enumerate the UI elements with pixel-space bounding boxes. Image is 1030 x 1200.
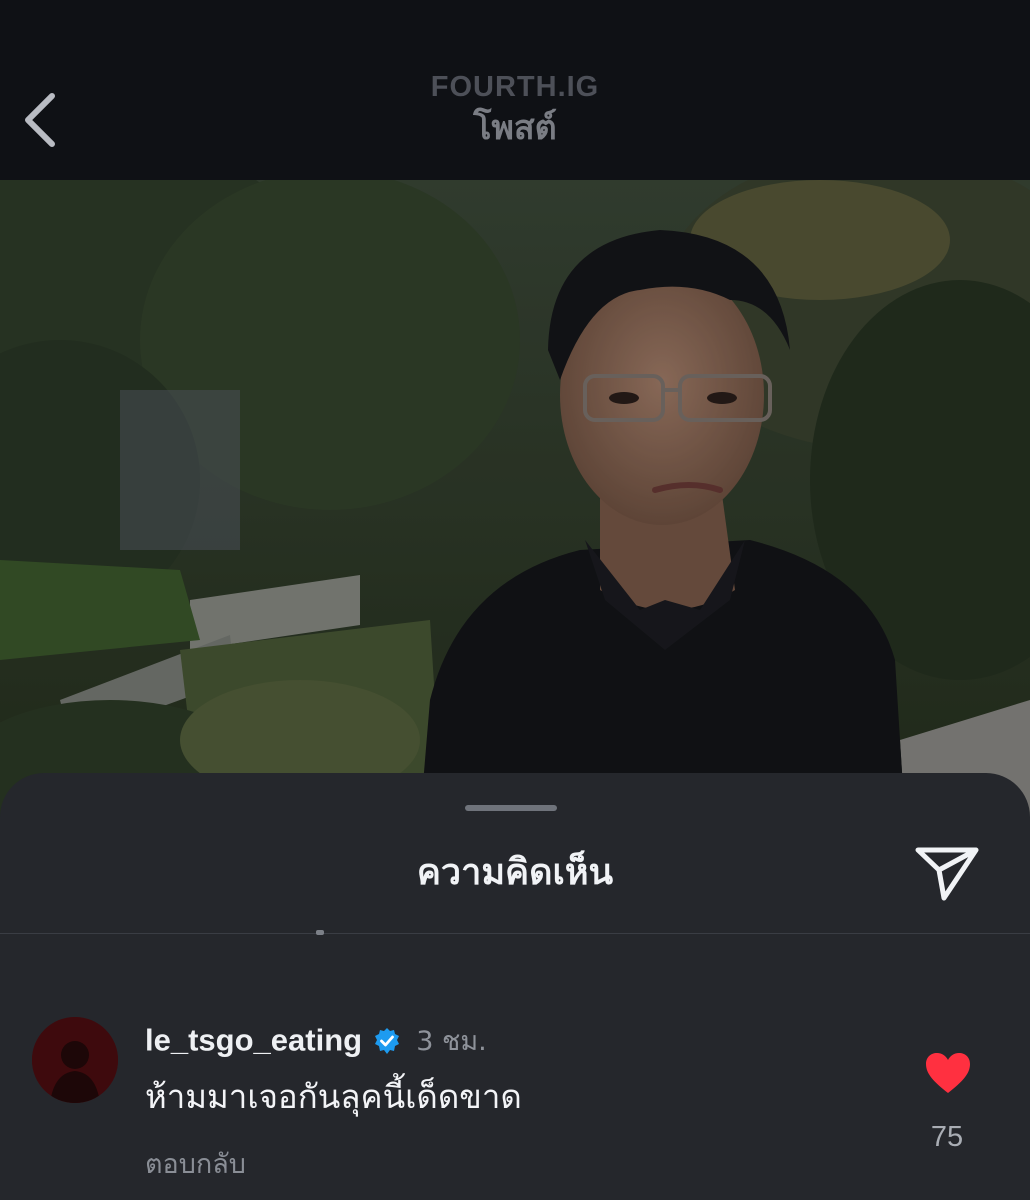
comment-username[interactable]: le_tsgo_eating: [145, 1023, 362, 1058]
page-title: โพสต์: [473, 108, 557, 148]
sheet-divider: [0, 933, 1030, 934]
top-navigation-bar: FOURTH.IG โพสต์: [0, 0, 1030, 180]
paper-plane-icon: [915, 847, 979, 901]
comment-header: le_tsgo_eating 3 ชม.: [145, 1019, 487, 1059]
sheet-drag-handle[interactable]: [465, 805, 557, 811]
header-titles: FOURTH.IG โพสต์: [0, 70, 1030, 148]
like-button[interactable]: [924, 1051, 972, 1095]
share-button[interactable]: [914, 844, 980, 902]
post-image[interactable]: [0, 180, 1030, 820]
comment-timestamp: 3 ชม.: [416, 1026, 487, 1057]
comment-item: le_tsgo_eating 3 ชม. ห้ามมาเจอกันลุคนี้เ…: [0, 1013, 1030, 1200]
header-username[interactable]: FOURTH.IG: [0, 70, 1030, 104]
scroll-peek-glyph: [316, 930, 324, 935]
comments-sheet: ความคิดเห็น le_tsgo_eating 3 ชม. ห้ามมาเ…: [0, 773, 1030, 1200]
heart-icon: [926, 1053, 970, 1093]
like-count: 75: [930, 1121, 964, 1153]
comments-title: ความคิดเห็น: [416, 852, 614, 893]
verified-badge-icon: [373, 1027, 401, 1055]
comment-text: ห้ามมาเจอกันลุคนี้เด็ดขาด: [145, 1077, 522, 1116]
avatar[interactable]: [32, 1017, 118, 1103]
reply-button[interactable]: ตอบกลับ: [145, 1147, 246, 1183]
